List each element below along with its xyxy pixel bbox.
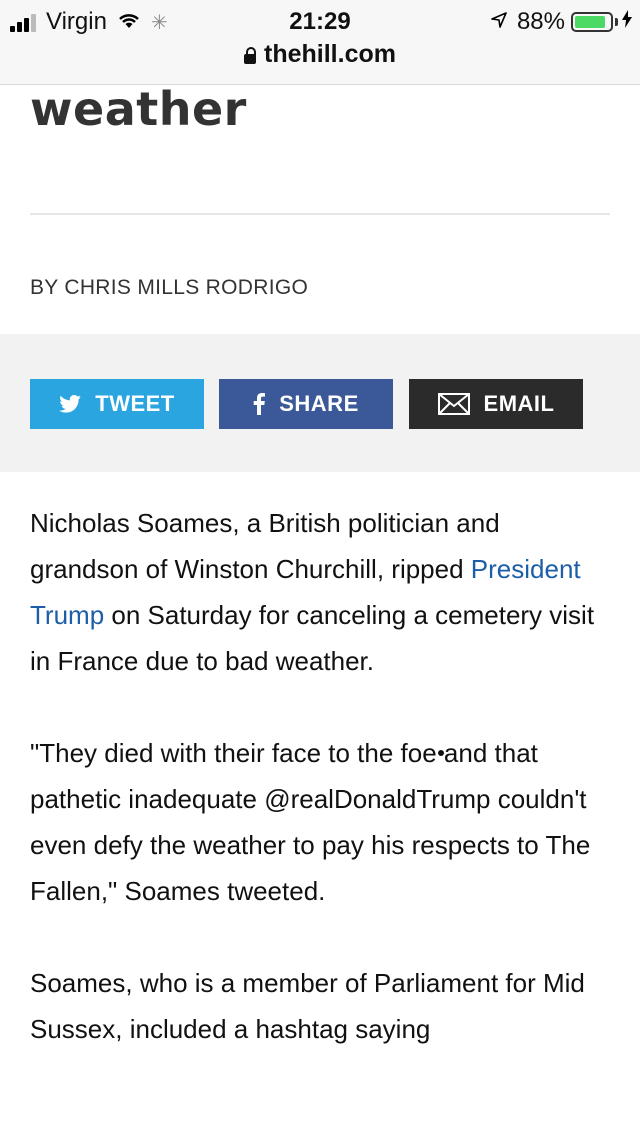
- byline[interactable]: BY CHRIS MILLS RODRIGO: [30, 276, 308, 300]
- status-bar: Virgin ✳ 21:29 88% thehill.com: [0, 0, 640, 85]
- share-bar: TWEET SHARE EMAIL: [0, 334, 640, 472]
- battery-tip: [615, 18, 618, 26]
- article-headline: weather: [30, 82, 247, 136]
- email-label: EMAIL: [483, 391, 555, 416]
- paragraph-1-text-after: on Saturday for canceling a cemetery vis…: [30, 600, 595, 676]
- tweet-button[interactable]: TWEET: [30, 379, 204, 429]
- twitter-bird-icon: [59, 395, 82, 413]
- tweet-label: TWEET: [95, 391, 175, 416]
- battery-level: [575, 16, 605, 28]
- article-body: Nicholas Soames, a British politician an…: [30, 500, 614, 1098]
- address-bar[interactable]: thehill.com: [0, 40, 640, 69]
- lock-icon: [244, 47, 257, 64]
- facebook-share-button[interactable]: SHARE: [219, 379, 393, 429]
- paragraph-1-text-before: Nicholas Soames, a British politician an…: [30, 508, 500, 584]
- share-label: SHARE: [279, 391, 359, 416]
- envelope-icon: [437, 393, 470, 415]
- email-button[interactable]: EMAIL: [409, 379, 583, 429]
- paragraph-2: "They died with their face to the foe an…: [30, 738, 591, 906]
- location-arrow-icon: [491, 11, 507, 34]
- battery-percent: 88%: [516, 8, 565, 35]
- paragraph-3: Soames, who is a member of Parliament fo…: [30, 968, 585, 1044]
- charging-icon: [622, 10, 632, 34]
- url-text: thehill.com: [264, 40, 396, 68]
- divider: [30, 213, 610, 215]
- paragraph-1: Nicholas Soames, a British politician an…: [30, 500, 614, 684]
- facebook-icon: [253, 393, 266, 415]
- status-right: 88%: [491, 8, 632, 36]
- battery-icon: [571, 12, 613, 32]
- separator-dot: [438, 750, 444, 756]
